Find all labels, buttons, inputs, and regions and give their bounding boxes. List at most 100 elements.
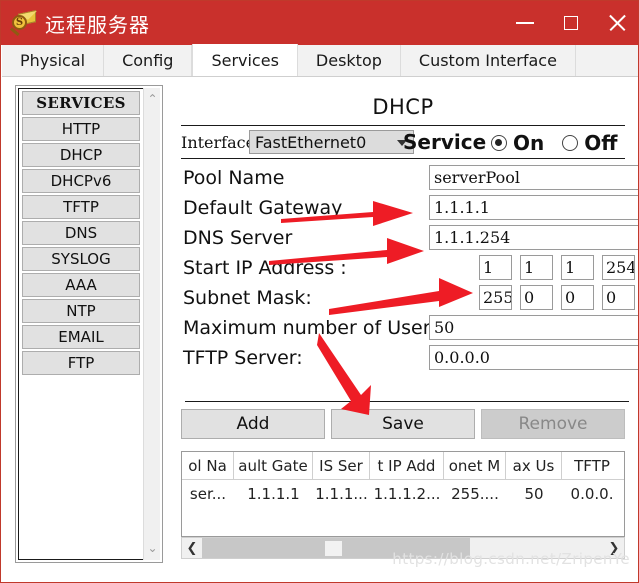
tab-custom-interface[interactable]: Custom Interface [400,45,576,76]
row-pool-name: Pool Name serverPool [181,165,638,195]
sidebar-item-dhcpv6[interactable]: DHCPv6 [22,169,140,193]
tab-config[interactable]: Config [104,45,193,76]
cell-max-users: 50 [524,485,544,503]
cell-tftp-server: 0.0.0. [570,485,614,503]
default-gateway-input[interactable]: 1.1.1.1 [429,195,638,220]
sidebar-item-syslog[interactable]: SYSLOG [22,247,140,271]
dns-server-label: DNS Server [183,227,293,249]
radio-on-label: On [513,131,545,155]
start-ip-octet-2[interactable]: 1 [520,255,553,280]
max-users-label: Maximum number of Users : [183,317,453,339]
interface-select-value: FastEthernet0 [255,132,367,152]
default-gateway-label: Default Gateway [183,197,343,219]
sidebar-item-tftp[interactable]: TFTP [22,195,140,219]
chevron-up-icon[interactable]: ⌃ [144,90,161,107]
sidebar-header-services: SERVICES [22,91,140,115]
subnet-mask-octet-3[interactable]: 0 [561,285,594,310]
row-default-gateway: Default Gateway 1.1.1.1 [181,195,638,225]
service-label: Service [403,130,487,154]
interface-select[interactable]: FastEthernet0 [249,130,414,154]
title-bar: S 远程服务器 [1,1,638,45]
sidebar-scrollbar[interactable]: ⌃ ⌄ [143,88,160,560]
start-ip-address-label: Start IP Address : [183,257,347,279]
table-header-subnet-mask: onet M [444,452,506,479]
subnet-mask-octet-1[interactable]: 255 [479,285,512,310]
start-ip-octet-3[interactable]: 1 [561,255,594,280]
tab-services[interactable]: Services [192,44,298,76]
row-subnet-mask: Subnet Mask: 255 0 0 0 [181,285,635,315]
content-area: SERVICES HTTP DHCP DHCPv6 TFTP DNS SYSLO… [2,77,638,582]
table-header-row: ol Na ault Gate IS Ser t IP Add onet M a… [182,452,624,480]
dhcp-form: Pool Name serverPool Default Gateway 1.1… [181,165,638,375]
cell-default-gateway: 1.1.1.1 [247,485,300,503]
add-button[interactable]: Add [181,409,325,439]
pool-name-input[interactable]: serverPool [429,165,638,190]
close-icon [608,14,626,32]
page-title: DHCP [372,95,434,119]
table-row[interactable]: ser... 1.1.1.1 1.1.1... 1.1.1.2... 255..… [182,480,624,508]
interface-row: Interface FastEthernet0 Service On Off [181,126,625,158]
scroll-grip [325,541,342,556]
sidebar-item-ftp[interactable]: FTP [22,351,140,375]
watermark: https://blog.csdn.net/ZripenYe [392,550,630,568]
save-button[interactable]: Save [331,409,475,439]
subnet-mask-octet-4[interactable]: 0 [602,285,635,310]
row-start-ip-address: Start IP Address : 1 1 1 254 [181,255,635,285]
table-header-pool-name: ol Na [182,452,234,479]
subnet-mask-label: Subnet Mask: [183,287,312,309]
cell-dns-server: 1.1.1... [315,485,368,503]
table-header-dns-server: IS Ser [313,452,370,479]
interface-label: Interface [181,132,256,152]
sidebar-item-email[interactable]: EMAIL [22,325,140,349]
row-tftp-server: TFTP Server: 0.0.0.0 [181,345,638,375]
divider-interface [181,158,625,159]
divider-bottom [185,401,629,402]
radio-service-on[interactable] [491,135,507,151]
cell-start-ip-address: 1.1.1.2... [373,485,441,503]
sidebar-item-dhcp[interactable]: DHCP [22,143,140,167]
radio-off-label: Off [584,131,618,155]
table-header-start-ip-address: t IP Add [370,452,444,479]
remove-button: Remove [481,409,625,439]
minimize-button[interactable] [502,1,548,45]
max-users-input[interactable]: 50 [429,315,638,340]
minimize-icon [516,22,534,24]
tftp-server-label: TFTP Server: [183,347,303,369]
service-radio-group: On Off [491,131,635,155]
row-max-users: Maximum number of Users : 50 [181,315,638,345]
cell-pool-name: ser... [189,485,227,503]
tab-desktop[interactable]: Desktop [297,45,401,76]
maximize-icon [564,16,578,30]
start-ip-octet-4[interactable]: 254 [602,255,635,280]
sidebar-item-http[interactable]: HTTP [22,117,140,141]
subnet-mask-octet-2[interactable]: 0 [520,285,553,310]
table-header-max-users: ax Us [506,452,562,479]
row-dns-server: DNS Server 1.1.1.254 [181,225,638,255]
chevron-down-icon[interactable]: ⌄ [144,539,161,556]
dhcp-panel: DHCP Interface FastEthernet0 Service On … [177,81,638,575]
window-controls [502,1,638,45]
sidebar-item-ntp[interactable]: NTP [22,299,140,323]
tftp-server-input[interactable]: 0.0.0.0 [429,345,638,370]
table-header-tftp-server: TFTP [574,456,610,475]
services-list: SERVICES HTTP DHCP DHCPv6 TFTP DNS SYSLO… [18,88,144,560]
services-sidebar: SERVICES HTTP DHCP DHCPv6 TFTP DNS SYSLO… [15,85,163,563]
tab-bar-filler [575,45,638,76]
sidebar-item-dns[interactable]: DNS [22,221,140,245]
money-magnifier-envelope-icon: S [10,10,37,37]
tab-bar: Physical Config Services Desktop Custom … [2,44,638,77]
remote-server-window: S 远程服务器 Physical Config Services Desktop… [0,0,639,583]
tab-physical[interactable]: Physical [2,45,105,76]
sidebar-item-aaa[interactable]: AAA [22,273,140,297]
close-button[interactable] [594,1,638,45]
start-ip-octet-1[interactable]: 1 [479,255,512,280]
radio-service-off[interactable] [562,135,579,151]
maximize-button[interactable] [548,1,594,45]
cell-subnet-mask: 255.... [451,485,499,503]
window-title: 远程服务器 [45,12,150,37]
scroll-left-icon[interactable]: ❮ [182,538,202,558]
dns-server-input[interactable]: 1.1.1.254 [429,225,638,250]
table-header-default-gateway: ault Gate [234,452,313,479]
action-buttons: Add Save Remove [181,409,625,441]
dhcp-pool-table: ol Na ault Gate IS Ser t IP Add onet M a… [181,451,625,537]
